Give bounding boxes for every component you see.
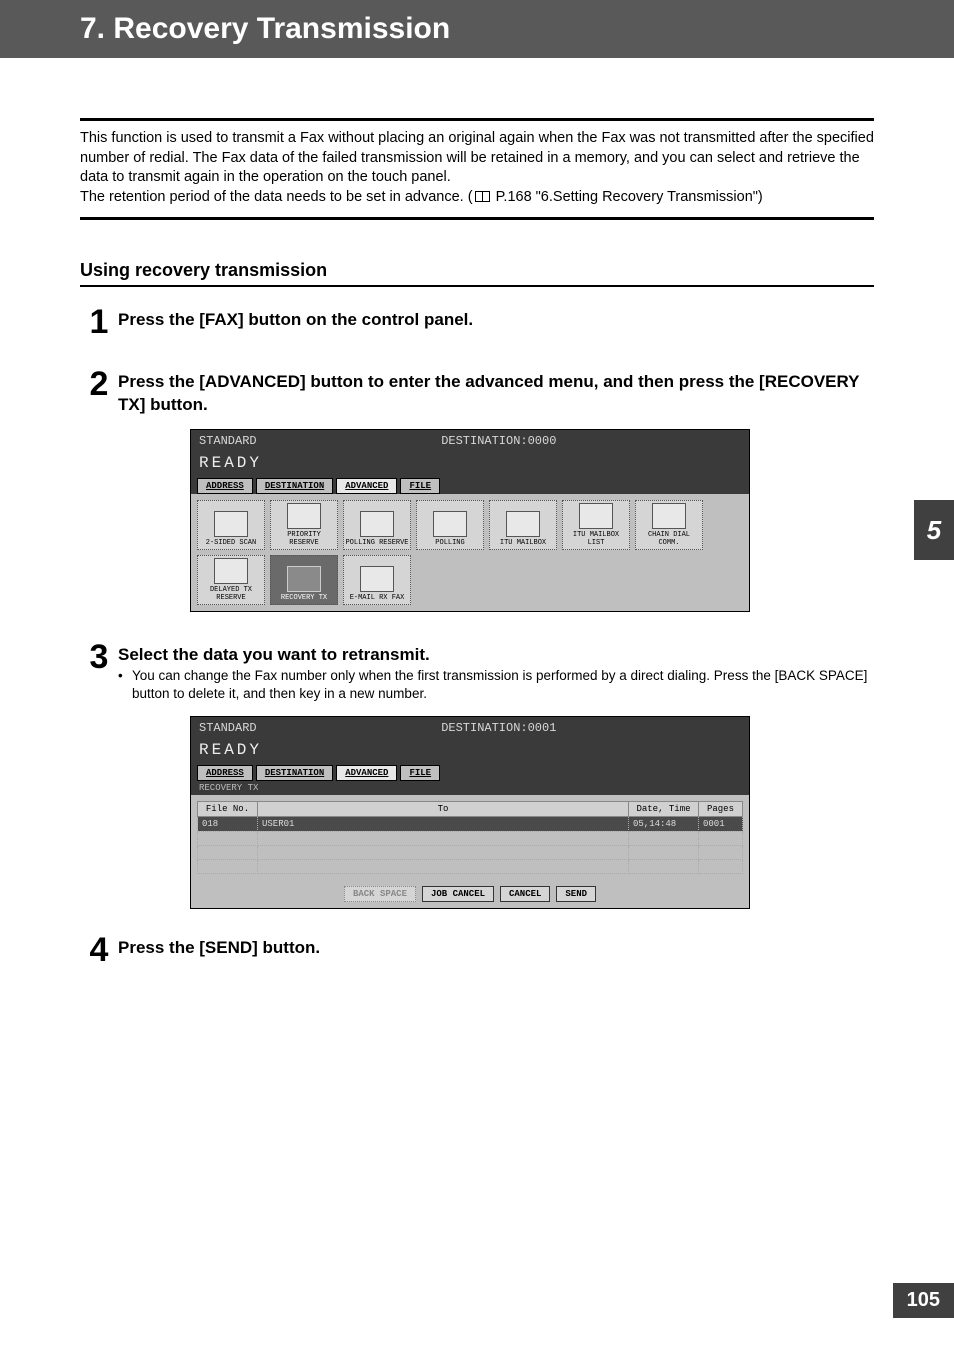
- tab-destination[interactable]: DESTINATION: [256, 478, 333, 494]
- cell-to: USER01: [258, 816, 629, 831]
- btn-jobcancel[interactable]: JOB CANCEL: [422, 886, 494, 902]
- col-pages: Pages: [699, 801, 743, 816]
- tab-destination[interactable]: DESTINATION: [256, 765, 333, 781]
- lcd-destination: DESTINATION:0000: [441, 434, 556, 448]
- step-note: You can change the Fax number only when …: [118, 667, 874, 703]
- btn-delayed-tx[interactable]: DELAYED TX RESERVE: [197, 555, 265, 605]
- divider: [80, 217, 874, 220]
- retention-prefix: The retention period of the data needs t…: [80, 189, 473, 205]
- lcd-ready: READY: [191, 454, 749, 478]
- btn-chain-dial[interactable]: CHAIN DIAL COMM.: [635, 500, 703, 550]
- intro-paragraph: This function is used to transmit a Fax …: [80, 130, 874, 185]
- intro-block: This function is used to transmit a Fax …: [80, 118, 874, 220]
- step-1: 1 Press the [FAX] button on the control …: [80, 305, 874, 339]
- btn-send[interactable]: SEND: [556, 886, 596, 902]
- tab-address[interactable]: ADDRESS: [197, 478, 253, 494]
- btn-2sided-scan[interactable]: 2-SIDED SCAN: [197, 500, 265, 550]
- lcd-button-row: BACK SPACE JOB CANCEL CANCEL SEND: [191, 880, 749, 908]
- lcd-tabs: ADDRESS DESTINATION ADVANCED FILE: [191, 765, 749, 781]
- btn-itu-mailbox[interactable]: ITU MAILBOX: [489, 500, 557, 550]
- table-row[interactable]: [198, 859, 743, 873]
- cell-pages: 0001: [699, 816, 743, 831]
- tab-advanced[interactable]: ADVANCED: [336, 765, 397, 781]
- lcd-button-panel: 2-SIDED SCAN PRIORITY RESERVE POLLING RE…: [191, 494, 749, 611]
- page-content: This function is used to transmit a Fax …: [0, 58, 954, 967]
- book-icon: [475, 191, 490, 202]
- table-row[interactable]: 018 USER01 05,14:48 0001: [198, 816, 743, 831]
- recovery-icon: [287, 566, 321, 592]
- step-3: 3 Select the data you want to retransmit…: [80, 640, 874, 703]
- lcd-ready: READY: [191, 741, 749, 765]
- email-icon: [360, 566, 394, 592]
- btn-polling-reserve[interactable]: POLLING RESERVE: [343, 500, 411, 550]
- tab-address[interactable]: ADDRESS: [197, 765, 253, 781]
- col-datetime: Date, Time: [629, 801, 699, 816]
- step-2: 2 Press the [ADVANCED] button to enter t…: [80, 367, 874, 417]
- retention-ref: P.168 "6.Setting Recovery Transmission"): [492, 189, 763, 205]
- lcd-sublabel: RECOVERY TX: [191, 781, 749, 795]
- polling-icon: [433, 511, 467, 537]
- chain-icon: [652, 503, 686, 529]
- lcd-destination: DESTINATION:0001: [441, 721, 556, 735]
- btn-backspace[interactable]: BACK SPACE: [344, 886, 416, 902]
- cell-datetime: 05,14:48: [629, 816, 699, 831]
- step-title: Select the data you want to retransmit.: [118, 644, 874, 667]
- page-title: 7. Recovery Transmission: [80, 12, 954, 46]
- step-number: 1: [80, 305, 118, 339]
- btn-recovery-tx[interactable]: RECOVERY TX: [270, 555, 338, 605]
- tab-file[interactable]: FILE: [400, 765, 440, 781]
- btn-cancel[interactable]: CANCEL: [500, 886, 550, 902]
- mailbox-list-icon: [579, 503, 613, 529]
- step-notes: You can change the Fax number only when …: [118, 667, 874, 703]
- lcd-screenshot-advanced: STANDARD DESTINATION:0000 READY ADDRESS …: [190, 429, 750, 612]
- step-4: 4 Press the [SEND] button.: [80, 933, 874, 967]
- lcd-screenshot-recovery-list: STANDARD DESTINATION:0001 READY ADDRESS …: [190, 716, 750, 909]
- cell-fileno: 018: [198, 816, 258, 831]
- btn-priority-reserve[interactable]: PRIORITY RESERVE: [270, 500, 338, 550]
- table-row[interactable]: [198, 831, 743, 845]
- col-to: To: [258, 801, 629, 816]
- tab-advanced[interactable]: ADVANCED: [336, 478, 397, 494]
- tab-file[interactable]: FILE: [400, 478, 440, 494]
- clock-icon: [214, 558, 248, 584]
- mailbox-icon: [506, 511, 540, 537]
- recovery-table: File No. To Date, Time Pages 018 USER01 …: [197, 801, 743, 874]
- step-number: 3: [80, 640, 118, 674]
- step-title: Press the [ADVANCED] button to enter the…: [118, 371, 874, 417]
- btn-itu-mailbox-list[interactable]: ITU MAILBOX LIST: [562, 500, 630, 550]
- step-title: Press the [SEND] button.: [118, 937, 874, 960]
- table-row[interactable]: [198, 845, 743, 859]
- page-header: 7. Recovery Transmission: [0, 0, 954, 58]
- col-fileno: File No.: [198, 801, 258, 816]
- lcd-standard: STANDARD: [199, 721, 257, 735]
- recovery-table-wrap: File No. To Date, Time Pages 018 USER01 …: [191, 795, 749, 880]
- chapter-tab: 5: [914, 500, 954, 560]
- step-number: 4: [80, 933, 118, 967]
- page-number: 105: [893, 1283, 954, 1318]
- section-heading: Using recovery transmission: [80, 260, 874, 287]
- btn-email-rx-fax[interactable]: E-MAIL RX FAX: [343, 555, 411, 605]
- intro-text: This function is used to transmit a Fax …: [80, 129, 874, 207]
- divider: [80, 118, 874, 121]
- lcd-tabs: ADDRESS DESTINATION ADVANCED FILE: [191, 478, 749, 494]
- lcd-standard: STANDARD: [199, 434, 257, 448]
- step-title: Press the [FAX] button on the control pa…: [118, 309, 874, 332]
- priority-icon: [287, 503, 321, 529]
- polling-reserve-icon: [360, 511, 394, 537]
- scan-icon: [214, 511, 248, 537]
- btn-polling[interactable]: POLLING: [416, 500, 484, 550]
- step-number: 2: [80, 367, 118, 401]
